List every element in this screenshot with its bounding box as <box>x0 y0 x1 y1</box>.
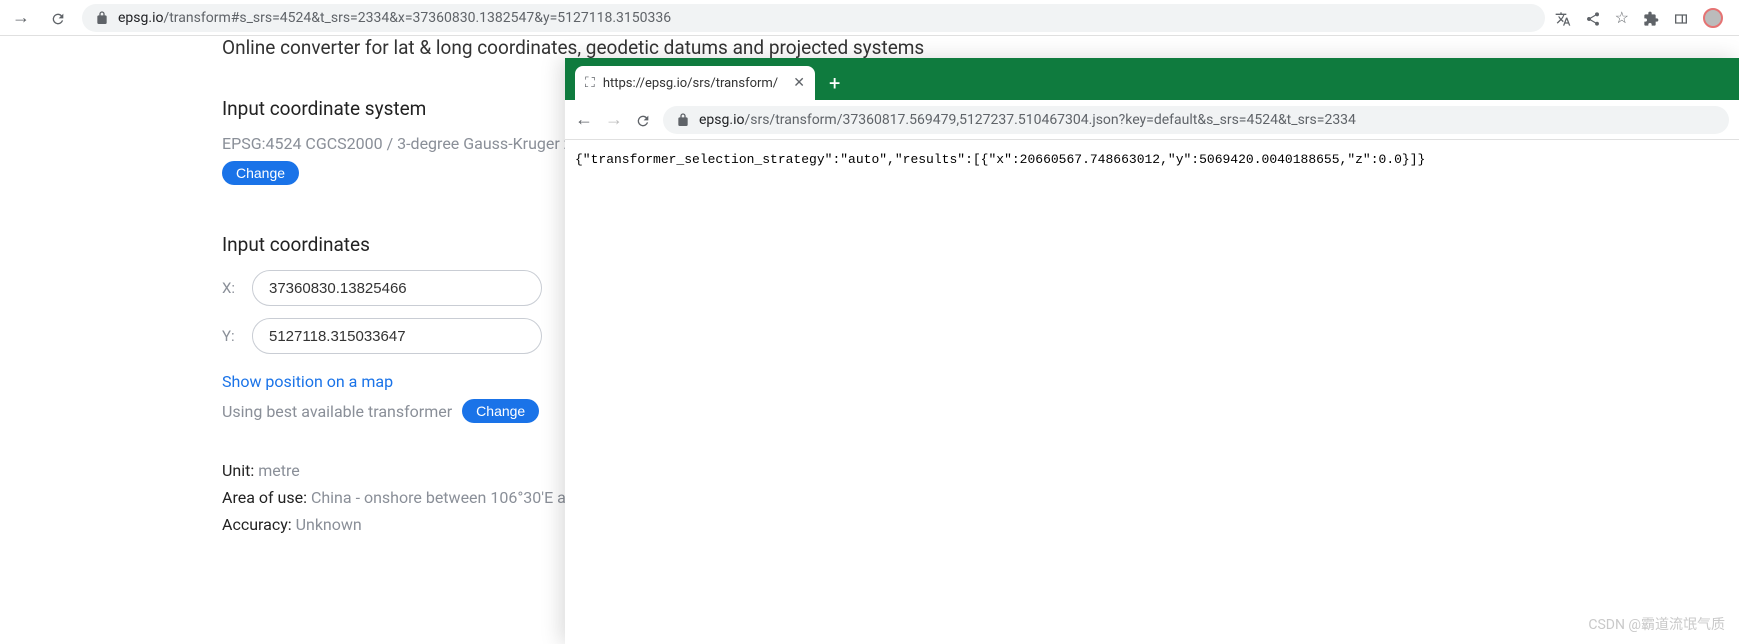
unit-value: metre <box>254 461 299 480</box>
change-crs-button[interactable]: Change <box>222 161 299 185</box>
new-tab-button[interactable]: + <box>815 66 854 100</box>
overlay-response-body: {"transformer_selection_strategy":"auto"… <box>565 140 1739 644</box>
forward-icon[interactable]: → <box>8 7 34 28</box>
profile-avatar-icon[interactable] <box>1703 8 1723 28</box>
overlay-url-text: epsg.io/srs/transform/37360817.569479,51… <box>699 112 1356 128</box>
toolbar-right-icons: ☆ <box>1555 8 1731 28</box>
main-url-domain: epsg.io <box>118 10 163 26</box>
x-label: X: <box>222 279 240 297</box>
overlay-tab-title: https://epsg.io/srs/transform/ <box>603 76 785 91</box>
accuracy-value: Unknown <box>292 515 362 534</box>
close-icon[interactable]: ✕ <box>793 75 805 91</box>
change-transformer-button[interactable]: Change <box>462 399 539 423</box>
forward-icon: → <box>605 109 623 130</box>
overlay-toolbar: ← → epsg.io/srs/transform/37360817.56947… <box>565 100 1739 140</box>
extensions-icon[interactable] <box>1643 8 1659 27</box>
reload-icon[interactable] <box>635 110 651 129</box>
overlay-tabbar: ⛶ https://epsg.io/srs/transform/ ✕ + <box>565 58 1739 100</box>
watermark-text: CSDN @霸道流氓气质 <box>1588 614 1725 634</box>
star-icon[interactable]: ☆ <box>1615 8 1629 27</box>
overlay-url-path: /srs/transform/37360817.569479,5127237.5… <box>744 112 1355 128</box>
transformer-text: Using best available transformer <box>222 402 452 421</box>
y-label: Y: <box>222 327 240 345</box>
main-browser-toolbar: → epsg.io/transform#s_srs=4524&t_srs=233… <box>0 0 1739 36</box>
main-url-text: epsg.io/transform#s_srs=4524&t_srs=2334&… <box>118 10 671 26</box>
unit-label: Unit: <box>222 461 254 480</box>
panel-icon[interactable] <box>1673 8 1689 27</box>
back-icon[interactable]: ← <box>575 109 593 130</box>
y-input[interactable] <box>252 318 542 354</box>
x-input[interactable] <box>252 270 542 306</box>
main-address-bar[interactable]: epsg.io/transform#s_srs=4524&t_srs=2334&… <box>82 4 1545 32</box>
lock-icon <box>675 112 691 128</box>
reload-icon[interactable] <box>44 8 72 27</box>
overlay-address-bar[interactable]: epsg.io/srs/transform/37360817.569479,51… <box>663 106 1729 134</box>
lock-icon <box>94 10 110 26</box>
show-on-map-link[interactable]: Show position on a map <box>222 372 393 391</box>
translate-icon[interactable] <box>1555 8 1571 27</box>
share-icon[interactable] <box>1585 8 1601 27</box>
overlay-url-domain: epsg.io <box>699 112 744 128</box>
accuracy-label: Accuracy: <box>222 515 292 534</box>
overlay-browser-window: ⛶ https://epsg.io/srs/transform/ ✕ + ← →… <box>565 58 1739 644</box>
page-subtitle: Online converter for lat & long coordina… <box>222 36 1739 59</box>
expand-icon: ⛶ <box>585 75 595 91</box>
area-label: Area of use: <box>222 488 307 507</box>
overlay-tab[interactable]: ⛶ https://epsg.io/srs/transform/ ✕ <box>575 66 815 100</box>
main-url-path: /transform#s_srs=4524&t_srs=2334&x=37360… <box>163 10 671 26</box>
